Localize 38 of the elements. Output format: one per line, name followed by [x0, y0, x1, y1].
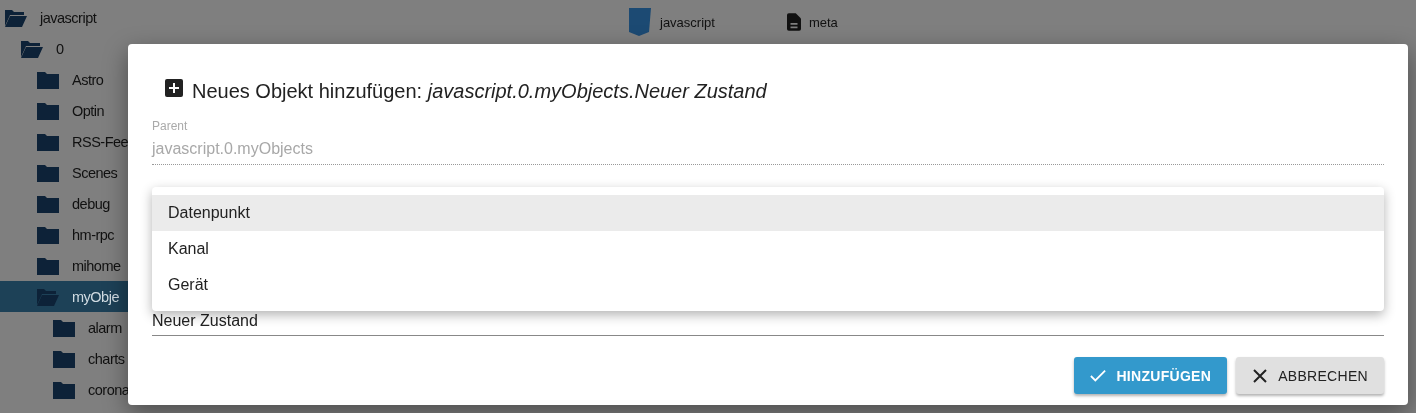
- open-folder-icon: [20, 38, 44, 59]
- folder-icon: [36, 224, 60, 245]
- tree-row[interactable]: mihome: [0, 250, 128, 281]
- folder-icon: [36, 100, 60, 121]
- detail-text: javascript: [660, 14, 715, 30]
- selected-tree-row[interactable]: myObje: [0, 281, 128, 312]
- folder-icon: [36, 193, 60, 214]
- add-button[interactable]: HINZUFÜGEN: [1074, 357, 1228, 394]
- tree-row[interactable]: alarm: [0, 312, 128, 343]
- file-icon: [786, 13, 801, 31]
- menu-item[interactable]: Kanal: [152, 231, 1384, 267]
- tree-row[interactable]: javascript: [0, 2, 128, 33]
- close-icon: [1252, 368, 1269, 383]
- menu-item[interactable]: Gerät: [152, 267, 1384, 303]
- folder-icon: [36, 162, 60, 183]
- tree-row[interactable]: 0: [0, 33, 128, 64]
- folder-icon: [52, 348, 76, 369]
- folder-icon: [36, 69, 60, 90]
- check-icon: [1090, 368, 1107, 383]
- plus-box-icon: [165, 79, 183, 97]
- cancel-button[interactable]: ABBRECHEN: [1236, 357, 1384, 394]
- js-shield-icon: [628, 8, 652, 36]
- menu-item[interactable]: Datenpunkt: [152, 195, 1384, 231]
- tree-row[interactable]: charts: [0, 343, 128, 374]
- folder-icon: [36, 255, 60, 276]
- tree-row[interactable]: Astro: [0, 64, 128, 95]
- tree-row[interactable]: Optin: [0, 95, 128, 126]
- detail-text: meta: [808, 14, 838, 30]
- folder-icon: [52, 379, 76, 400]
- folder-icon: [52, 317, 76, 338]
- tree-row[interactable]: RSS-Fee: [0, 126, 128, 157]
- folder-icon: [36, 131, 60, 152]
- dialog-title: Neues Objekt hinzufügen: javascript.0.myObjects.Neuer Zustand: [192, 79, 767, 103]
- tree-row[interactable]: hm-rpc: [0, 219, 128, 250]
- open-folder-icon: [36, 286, 60, 307]
- tree-row[interactable]: Scenes: [0, 157, 128, 188]
- open-folder-icon: [4, 7, 28, 28]
- tree-row[interactable]: debug: [0, 188, 128, 219]
